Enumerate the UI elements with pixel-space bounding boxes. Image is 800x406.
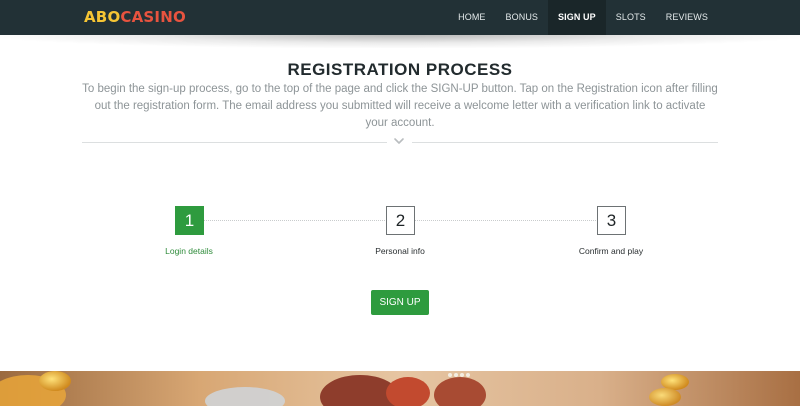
step-2-number: 2 (386, 206, 415, 235)
sign-up-button[interactable]: SIGN UP (371, 290, 429, 315)
coin-right (661, 374, 689, 390)
step-3-label: Confirm and play (578, 246, 644, 256)
promo-banner-image (0, 371, 800, 406)
intro-paragraph: To begin the sign-up process, go to the … (82, 83, 718, 129)
step-1-label: Login details (165, 246, 213, 256)
coin-left-small (39, 371, 71, 391)
header-shadow (0, 34, 800, 48)
bead-2 (454, 373, 458, 377)
section-divider-right (412, 142, 718, 143)
coin-right-lower (649, 388, 681, 406)
top-navigation-bar: ABOCASINO HOME BONUS SIGN UP SLOTS REVIE… (0, 0, 800, 35)
logo-casino-text: CASINO (120, 8, 186, 26)
abocasino-logo[interactable]: ABOCASINO (84, 8, 186, 27)
chevron-down-icon (394, 138, 404, 144)
nav-item-slots[interactable]: SLOTS (606, 0, 656, 35)
registration-page: ABOCASINO HOME BONUS SIGN UP SLOTS REVIE… (0, 0, 800, 406)
banner-artwork (0, 371, 800, 406)
step-2-label: Personal info (375, 246, 425, 256)
bead-1 (448, 373, 452, 377)
nav-item-bonus[interactable]: BONUS (496, 0, 549, 35)
section-divider-left (82, 142, 387, 143)
step-1-number: 1 (175, 206, 204, 235)
step-connector-2 (414, 220, 596, 221)
step-connector-1 (203, 220, 385, 221)
nav-item-home[interactable]: HOME (448, 0, 495, 35)
page-title: REGISTRATION PROCESS (287, 60, 513, 79)
bead-4 (466, 373, 470, 377)
nav-item-sign-up[interactable]: SIGN UP (548, 0, 606, 35)
bead-3 (460, 373, 464, 377)
logo-abo-text: ABO (84, 8, 121, 26)
nav-item-reviews[interactable]: REVIEWS (656, 0, 718, 35)
step-3-number: 3 (597, 206, 626, 235)
main-nav: HOME BONUS SIGN UP SLOTS REVIEWS (448, 0, 718, 35)
